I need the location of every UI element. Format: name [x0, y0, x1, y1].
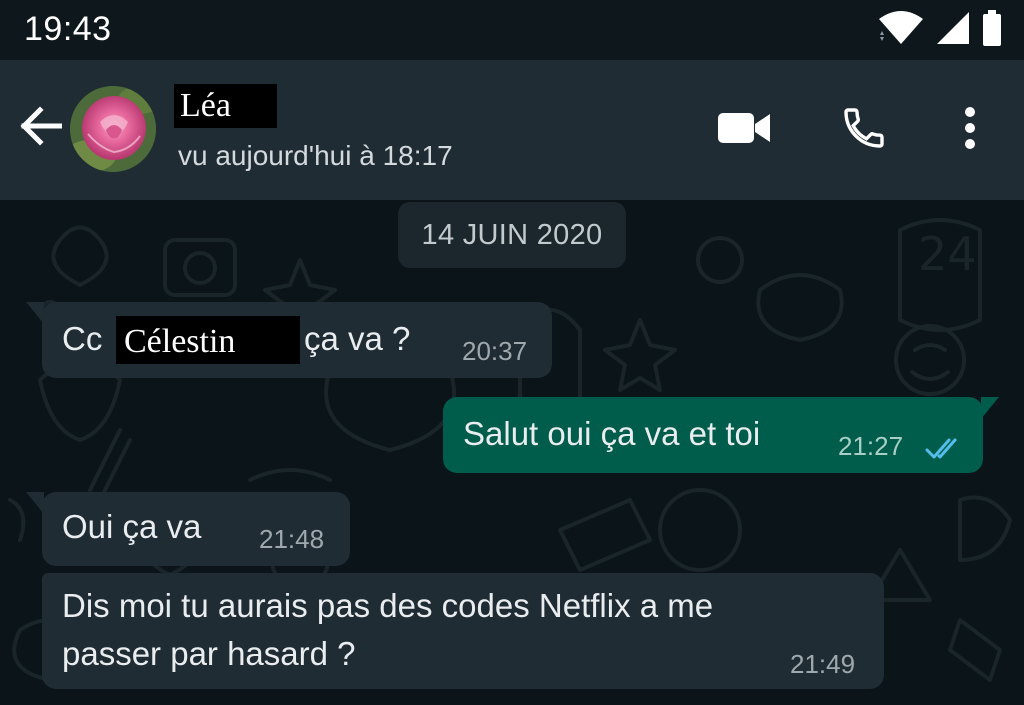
message-text: Oui ça va	[62, 508, 202, 545]
wifi-icon	[878, 10, 924, 50]
video-call-button[interactable]	[714, 100, 774, 160]
status-time: 19:43	[24, 10, 112, 48]
signal-icon	[936, 11, 970, 50]
message-bubble-incoming[interactable]: Oui ça va 21:48	[26, 492, 350, 566]
message-time: 20:37	[462, 336, 528, 366]
battery-icon	[982, 9, 1002, 51]
message-bubble-incoming[interactable]: Dis moi tu aurais pas des codes Netflix …	[42, 573, 884, 689]
message-text: ça va ?	[304, 320, 411, 357]
svg-text:24: 24	[918, 227, 977, 281]
double-check-read-icon	[925, 431, 965, 469]
back-button[interactable]	[14, 102, 66, 154]
contact-name[interactable]: Léa	[174, 84, 277, 128]
chat-area[interactable]: 24 14 JUIN 2020 Cc Célestin ça va ? 20:3…	[0, 200, 1024, 705]
contact-last-seen: vu aujourd'hui à 18:17	[178, 140, 453, 171]
voice-call-button[interactable]	[834, 100, 894, 160]
more-options-icon	[962, 106, 978, 155]
message-text: Salut oui ça va et toi	[463, 415, 761, 452]
bubble-tail	[26, 492, 44, 514]
more-options-button[interactable]	[940, 100, 1000, 160]
voice-call-icon	[840, 104, 888, 157]
whatsapp-chat-screen: 19:43 Léa vu aujourd'hui à 18:17 24 14 J…	[0, 0, 1024, 705]
back-arrow-icon	[18, 105, 63, 151]
message-bubble-incoming[interactable]: Cc Célestin ça va ? 20:37	[26, 302, 552, 378]
date-separator: 14 JUIN 2020	[398, 202, 626, 268]
message-text-line-2: passer par hasard ?	[62, 635, 356, 672]
video-call-icon	[717, 111, 771, 150]
message-bubble-outgoing[interactable]: Salut oui ça va et toi 21:27	[443, 397, 999, 473]
message-text-line-1: Dis moi tu aurais pas des codes Netflix …	[62, 587, 714, 624]
status-bar: 19:43	[0, 0, 1024, 60]
message-time: 21:48	[259, 524, 325, 554]
chat-header: Léa vu aujourd'hui à 18:17	[0, 60, 1024, 200]
redacted-contact-name: Célestin	[116, 316, 300, 364]
bubble-tail	[26, 302, 44, 324]
contact-avatar[interactable]	[70, 86, 156, 172]
bubble-tail	[981, 397, 999, 419]
message-time: 21:49	[790, 649, 856, 679]
status-icons	[878, 9, 1002, 51]
message-text: Cc	[62, 320, 103, 357]
message-time: 21:27	[838, 431, 904, 461]
